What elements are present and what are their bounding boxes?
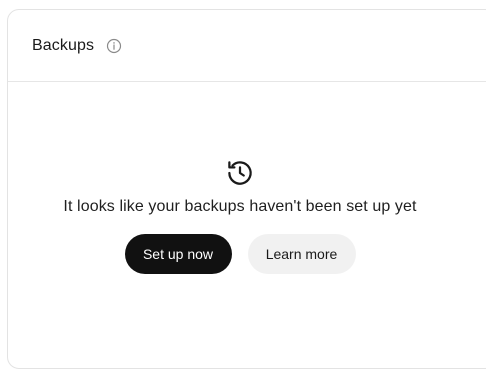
empty-state: It looks like your backups haven't been … [0, 73, 480, 274]
history-icon [225, 158, 255, 188]
learn-more-button[interactable]: Learn more [247, 234, 356, 274]
card-header: Backups [8, 10, 486, 82]
action-buttons: Set up now Learn more [124, 234, 356, 274]
set-up-now-button[interactable]: Set up now [124, 234, 232, 274]
card-title: Backups [32, 36, 95, 54]
empty-message: It looks like your backups haven't been … [63, 198, 417, 215]
info-icon[interactable] [106, 38, 122, 54]
